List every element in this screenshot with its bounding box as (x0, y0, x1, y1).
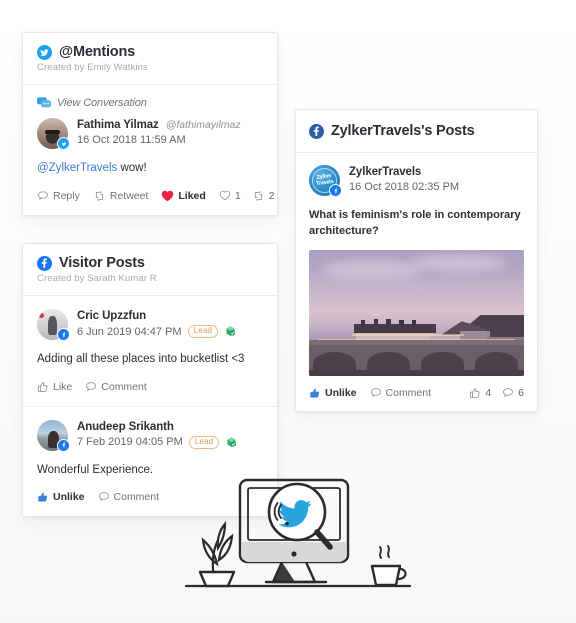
avatar[interactable] (37, 309, 70, 341)
mention-timestamp: 16 Oct 2018 11:59 AM (77, 134, 186, 146)
like-count: 4 (469, 387, 491, 399)
comment-count-value: 6 (518, 386, 524, 399)
like-count-value: 4 (485, 386, 492, 399)
page-root: @Mentions Created by Emily Watkins View … (0, 0, 576, 623)
thumb-up-outline-icon (469, 387, 481, 399)
mentions-card-subtitle: Created by Emily Watkins (37, 62, 148, 73)
mentions-card-title: @Mentions (59, 44, 135, 60)
visitor-timestamp: 7 Feb 2019 04:05 PM (77, 436, 183, 449)
mention-target-handle[interactable]: @ZylkerTravels (37, 162, 117, 174)
view-conversation-label: View Conversation (57, 97, 147, 109)
mention-post-text: @ZylkerTravels wow! (37, 160, 263, 177)
fb-post-text: What is feminism's role in contemporary … (309, 209, 521, 237)
crm-deal-icon[interactable] (224, 325, 237, 338)
mention-author-name[interactable]: Fathima Yilmaz (77, 119, 159, 131)
facebook-badge-icon (57, 328, 70, 341)
visitor-author-name[interactable]: Anudeep Srikanth (77, 421, 174, 433)
like-count-value: 1 (234, 189, 241, 202)
comment-button[interactable]: Comment (370, 386, 432, 399)
visitor-post-actions: Like Comment (37, 381, 263, 393)
thumb-up-outline-icon (37, 381, 49, 393)
facebook-icon (37, 255, 52, 271)
thumb-up-filled-icon (37, 491, 49, 503)
city-bridge-at-dusk-photo[interactable] (309, 249, 524, 376)
reply-label: Reply (53, 189, 80, 202)
visitor-author-name[interactable]: Cric Upzzfun (77, 310, 146, 322)
view-conversation-link[interactable]: View Conversation (37, 97, 263, 109)
like-button[interactable]: Like (37, 381, 72, 393)
like-count: 1 (219, 190, 241, 202)
like-label: Liked (178, 189, 206, 202)
retweet-icon (93, 190, 106, 202)
comment-count: 6 (502, 387, 524, 399)
comment-icon (502, 387, 514, 399)
mentions-card-header: @Mentions Created by Emily Watkins (23, 33, 277, 85)
mention-author-handle[interactable]: @fathimayilmaz (166, 119, 241, 131)
unlike-button[interactable]: Unlike (37, 491, 85, 503)
unlike-label: Unlike (53, 491, 85, 504)
comment-icon (98, 491, 110, 503)
retweet-button[interactable]: Retweet (93, 189, 149, 202)
mentions-card-body: View Conversation Fathima Yilmaz @fathim… (23, 85, 277, 215)
mention-post-header: Fathima Yilmaz @fathimayilmaz 16 Oct 201… (37, 118, 263, 150)
fb-posts-card: ZylkerTravels's Posts Zylker Travels Zyl… (295, 109, 538, 412)
visitor-post-meta: 7 Feb 2019 04:05 PM Lead (77, 435, 238, 449)
visitor-post-text: Adding all these places into bucketlist … (37, 353, 245, 365)
fb-post-body: Zylker Travels ZylkerTravels 16 Oct 2018… (296, 153, 537, 411)
fb-posts-title: ZylkerTravels's Posts (331, 123, 475, 139)
retweet-icon (252, 190, 265, 202)
reply-button[interactable]: Reply (37, 190, 80, 202)
facebook-icon (309, 123, 324, 139)
mention-counts: 1 2 (219, 190, 275, 202)
list-item: Cric Upzzfun 6 Jun 2019 04:47 PM Lead Ad… (23, 296, 277, 406)
monitor-with-magnifier-twitter-illustration (178, 468, 418, 600)
visitor-posts-header: Visitor Posts Created by Sarath Kumar R (23, 244, 277, 296)
retweet-count: 2 (252, 190, 275, 202)
facebook-badge-icon (57, 438, 70, 452)
unlike-label: Unlike (325, 386, 357, 399)
speech-bubbles-icon (37, 97, 51, 109)
avatar[interactable] (37, 118, 70, 150)
mentions-card: @Mentions Created by Emily Watkins View … (22, 32, 278, 216)
twitter-icon (37, 44, 52, 60)
visitor-post-header: Anudeep Srikanth 7 Feb 2019 04:05 PM Lea… (37, 419, 263, 452)
status-badge[interactable]: Lead (187, 325, 219, 339)
avatar[interactable]: Zylker Travels (309, 165, 342, 197)
fb-post-counts: 4 6 (469, 387, 524, 399)
thumb-up-filled-icon (309, 387, 321, 399)
visitor-post-header: Cric Upzzfun 6 Jun 2019 04:47 PM Lead (37, 309, 263, 341)
retweet-count-value: 2 (268, 189, 275, 202)
mention-actions: Reply Retweet Liked 1 2 (37, 189, 275, 202)
like-label: Like (53, 380, 73, 393)
heart-filled-icon (161, 190, 174, 202)
comment-button[interactable]: Comment (98, 491, 160, 504)
visitor-post-meta: 6 Jun 2019 04:47 PM Lead (77, 325, 237, 339)
comment-label: Comment (113, 491, 160, 504)
comment-icon (370, 387, 382, 399)
comment-icon (85, 381, 97, 393)
facebook-badge-icon (329, 184, 342, 197)
visitor-posts-title: Visitor Posts (59, 255, 145, 271)
comment-label: Comment (101, 380, 147, 393)
avatar[interactable] (37, 419, 70, 452)
heart-outline-icon (219, 190, 231, 201)
fb-post-header: Zylker Travels ZylkerTravels 16 Oct 2018… (309, 165, 524, 197)
visitor-timestamp: 6 Jun 2019 04:47 PM (77, 325, 182, 338)
fb-author-name[interactable]: ZylkerTravels (349, 166, 421, 178)
comment-label: Comment (385, 386, 432, 399)
like-button[interactable]: Liked (161, 189, 206, 202)
status-badge[interactable]: Lead (188, 435, 220, 449)
mention-post-body: wow! (117, 162, 147, 174)
retweet-label: Retweet (109, 189, 149, 202)
reply-icon (37, 190, 49, 202)
crm-deal-icon[interactable] (225, 436, 238, 449)
unlike-button[interactable]: Unlike (309, 387, 357, 399)
twitter-badge-icon (57, 137, 70, 150)
fb-post-actions: Unlike Comment 4 6 (309, 387, 524, 399)
fb-posts-header: ZylkerTravels's Posts (296, 110, 537, 153)
visitor-posts-subtitle: Created by Sarath Kumar R (37, 273, 157, 284)
fb-timestamp: 16 Oct 2018 02:35 PM (349, 181, 460, 193)
comment-button[interactable]: Comment (85, 381, 147, 393)
